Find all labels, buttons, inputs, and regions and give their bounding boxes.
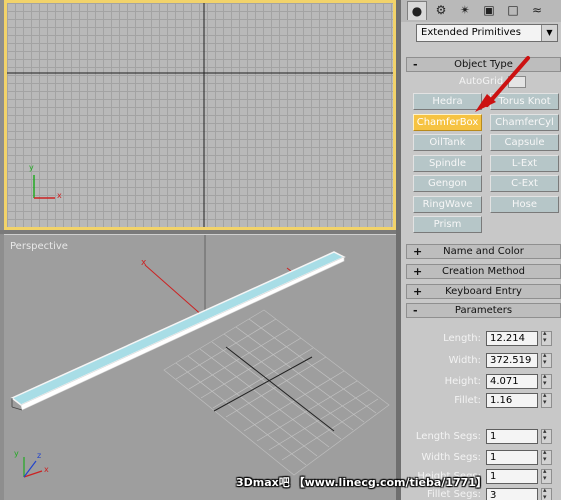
display-icon[interactable]: □	[503, 1, 523, 20]
gizmo-x-axis	[144, 264, 205, 318]
command-panel-tabs: ● ⚙ ✴ ▣ □ ≈	[401, 0, 561, 22]
hose-button[interactable]: Hose	[490, 196, 559, 213]
width-segs-spinner[interactable]	[541, 448, 552, 465]
axis-label-y: y	[29, 163, 34, 172]
rollout-title: Keyboard Entry	[445, 286, 522, 297]
length-segs-label: Length Segs:	[415, 431, 481, 442]
rollout-expand-sign: +	[413, 285, 423, 298]
hierarchy-icon[interactable]: ✴	[455, 1, 475, 20]
utilities-icon[interactable]: ≈	[527, 1, 547, 20]
length-segs-spinner[interactable]	[541, 427, 552, 444]
category-dropdown[interactable]: Extended Primitives ▼	[416, 24, 558, 42]
rollout-title: Parameters	[454, 305, 513, 316]
rollout-title: Creation Method	[442, 266, 525, 277]
rollout-title: Name and Color	[443, 246, 524, 257]
command-panel: ● ⚙ ✴ ▣ □ ≈ Extended Primitives ▼ - Obje…	[401, 0, 561, 500]
axis-label-x: x	[57, 191, 62, 200]
width-spinner[interactable]	[541, 351, 552, 368]
rollout-collapse-sign: -	[413, 304, 418, 317]
perspective-viewport[interactable]: Perspective x y x z	[4, 234, 396, 500]
svg-text:x: x	[141, 258, 147, 268]
length-segs-field[interactable]: 1	[486, 429, 538, 444]
chamfer-box-object	[10, 251, 346, 406]
rollout-expand-sign: +	[413, 245, 423, 258]
length-spinner[interactable]	[541, 329, 552, 346]
category-dropdown-value: Extended Primitives	[421, 27, 521, 38]
modify-icon[interactable]: ⚙	[431, 1, 451, 20]
home-grid	[163, 309, 390, 476]
persp-axis-label-z: z	[37, 451, 42, 460]
chevron-down-icon[interactable]: ▼	[541, 25, 557, 41]
top-viewport-grid-axes	[7, 3, 393, 227]
ringwave-button[interactable]: RingWave	[413, 196, 482, 213]
watermark-text: 3Dmax吧 【www.linecg.com/tieba/1771】	[236, 476, 487, 489]
height-spinner[interactable]	[541, 372, 552, 389]
width-field[interactable]: 372.519	[486, 353, 538, 368]
create-icon[interactable]: ●	[407, 1, 427, 20]
rollout-keyboard-entry[interactable]: + Keyboard Entry	[406, 284, 561, 299]
width-label: Width:	[448, 355, 481, 366]
top-viewport[interactable]: y x	[4, 0, 396, 230]
rollout-creation-method[interactable]: + Creation Method	[406, 264, 561, 279]
rollout-expand-sign: +	[413, 265, 423, 278]
persp-axis-label-x: x	[44, 465, 49, 474]
persp-axis-label-y: y	[14, 449, 19, 458]
rollout-name-and-color[interactable]: + Name and Color	[406, 244, 561, 259]
length-label: Length:	[443, 333, 481, 344]
width-segs-field[interactable]: 1	[486, 450, 538, 465]
width-segs-label: Width Segs:	[421, 452, 481, 463]
motion-icon[interactable]: ▣	[479, 1, 499, 20]
fillet-label: Fillet:	[454, 395, 481, 406]
height-field[interactable]: 4.071	[486, 374, 538, 389]
fillet-field[interactable]: 1.16	[486, 393, 538, 408]
rollout-parameters[interactable]: - Parameters	[406, 303, 561, 318]
fillet-spinner[interactable]	[541, 391, 552, 408]
annotation-arrow-icon	[475, 56, 530, 112]
height-label: Height:	[444, 376, 481, 387]
prism-button[interactable]: Prism	[413, 216, 482, 233]
length-field[interactable]: 12.214	[486, 331, 538, 346]
perspective-scene: x	[10, 235, 390, 478]
